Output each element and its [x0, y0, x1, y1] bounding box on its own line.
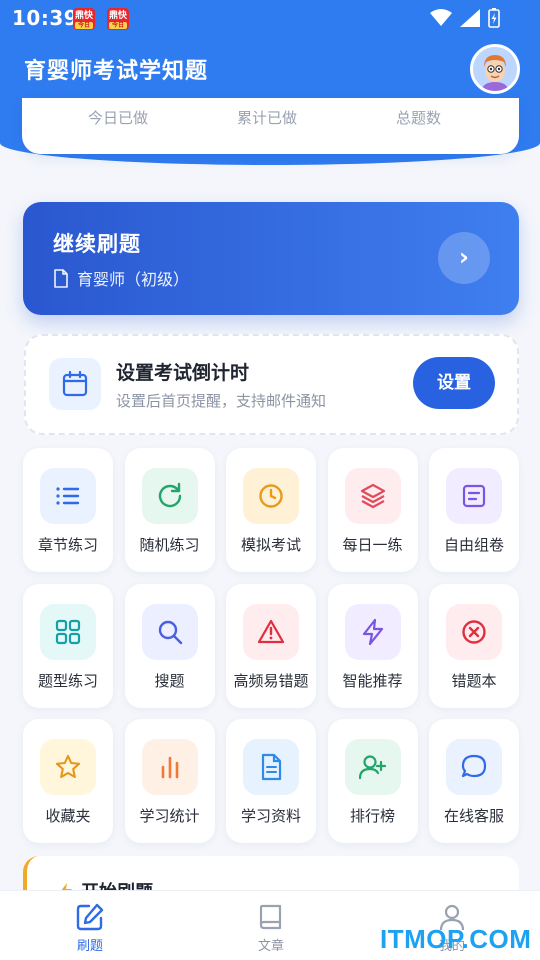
- countdown-subtitle: 设置后首页提醒，支持邮件通知: [116, 392, 327, 410]
- list-icon: [40, 468, 96, 524]
- countdown-title: 设置考试倒计时: [116, 362, 250, 384]
- avatar[interactable]: [470, 44, 520, 94]
- file-icon: [54, 268, 68, 288]
- nav-item-practice[interactable]: 刷题: [50, 901, 130, 954]
- feature-tile-label: 自由组卷: [443, 536, 504, 554]
- clock-icon: [243, 468, 299, 524]
- feature-tile-label: 学习统计: [139, 807, 200, 825]
- feature-tile-label: 章节练习: [37, 536, 98, 554]
- feature-tile[interactable]: 随机练习: [124, 448, 215, 572]
- search-icon: [141, 603, 198, 660]
- warning-icon: [243, 603, 299, 660]
- signal-icon: [460, 9, 480, 27]
- feature-tile[interactable]: 自由组卷: [429, 448, 519, 572]
- feature-tile[interactable]: 模拟考试: [226, 448, 316, 572]
- document-icon: [446, 468, 502, 524]
- exam-countdown-card: 设置考试倒计时 设置后首页提醒，支持邮件通知 设置: [24, 334, 519, 435]
- nav-item-articles[interactable]: 文章: [231, 901, 311, 954]
- bar-chart-icon: [141, 739, 198, 795]
- feature-tile-label: 模拟考试: [240, 536, 301, 554]
- feature-tile[interactable]: 学习资料: [226, 719, 316, 843]
- star-icon: [40, 739, 96, 795]
- nav-label: 刷题: [76, 939, 103, 954]
- feature-tile-label: 错题本: [451, 671, 497, 690]
- calendar-icon: [49, 358, 101, 410]
- stat-total-questions-label: 总题数: [396, 109, 442, 127]
- feature-tile-label: 排行榜: [349, 807, 395, 825]
- edit-icon: [50, 901, 130, 933]
- notification-sub: 今日: [75, 22, 93, 29]
- stats-card: 今日已做 累计已做 总题数: [22, 98, 519, 154]
- feature-tile[interactable]: 智能推荐: [327, 583, 418, 708]
- notification-text: 鼎快: [74, 11, 93, 21]
- refresh-icon: [141, 468, 198, 524]
- grid-icon: [40, 603, 96, 660]
- nav-label: 文章: [257, 939, 284, 954]
- feature-tile-label: 智能推荐: [342, 671, 403, 690]
- x-circle-icon: [446, 603, 502, 660]
- feature-tile-label: 在线客服: [443, 807, 504, 825]
- stat-total-done-label: 累计已做: [237, 109, 298, 127]
- feature-tile[interactable]: 搜题: [124, 583, 215, 708]
- feature-tile[interactable]: 高频易错题: [226, 583, 316, 708]
- continue-subtitle-text: 育婴师（初级）: [77, 270, 190, 289]
- feature-tile-label: 高频易错题: [233, 671, 309, 690]
- page-title: 育婴师考试学知题: [24, 59, 209, 84]
- feature-tile[interactable]: 每日一练: [327, 448, 418, 572]
- user-plus-icon: [344, 739, 401, 795]
- book-icon: [231, 901, 311, 933]
- notification-sub: 今日: [109, 22, 127, 29]
- stat-today-label: 今日已做: [88, 109, 149, 127]
- feature-tile-label: 题型练习: [37, 671, 98, 690]
- feature-tile-label: 随机练习: [139, 536, 200, 554]
- file-text-icon: [243, 739, 299, 795]
- feature-tile-label: 每日一练: [342, 536, 403, 554]
- wifi-icon: [430, 9, 452, 26]
- battery-icon: [488, 8, 500, 28]
- continue-subtitle: 育婴师（初级）: [53, 266, 189, 290]
- feature-tile[interactable]: 收藏夹: [23, 719, 113, 843]
- chat-icon: [446, 739, 502, 795]
- watermark: ITMOP.COM: [380, 924, 532, 954]
- set-countdown-button[interactable]: 设置: [413, 357, 495, 409]
- feature-tile[interactable]: 在线客服: [429, 719, 519, 843]
- notification-text: 鼎快: [108, 11, 127, 21]
- notification-icon: 鼎快 今日: [107, 8, 129, 30]
- feature-tile[interactable]: 学习统计: [124, 719, 215, 843]
- status-time: 10:39: [12, 6, 79, 30]
- chevron-right-icon[interactable]: ›: [438, 232, 490, 284]
- continue-practice-card[interactable]: 继续刷题 育婴师（初级） ›: [23, 202, 519, 315]
- feature-tile-label: 收藏夹: [45, 807, 91, 825]
- status-bar: 10:39 鼎快 今日 鼎快 今日: [0, 0, 540, 36]
- layers-icon: [344, 468, 401, 524]
- feature-tile[interactable]: 错题本: [429, 583, 519, 708]
- avatar-image: [473, 47, 517, 91]
- notification-icon: 鼎快 今日: [73, 8, 95, 30]
- lightning-icon: [344, 603, 401, 660]
- feature-tile[interactable]: 题型练习: [23, 583, 113, 708]
- continue-title: 继续刷题: [53, 232, 141, 256]
- feature-tile[interactable]: 排行榜: [327, 719, 418, 843]
- feature-tile-label: 学习资料: [240, 807, 301, 825]
- feature-tile[interactable]: 章节练习: [23, 448, 113, 572]
- feature-tile-label: 搜题: [154, 671, 185, 690]
